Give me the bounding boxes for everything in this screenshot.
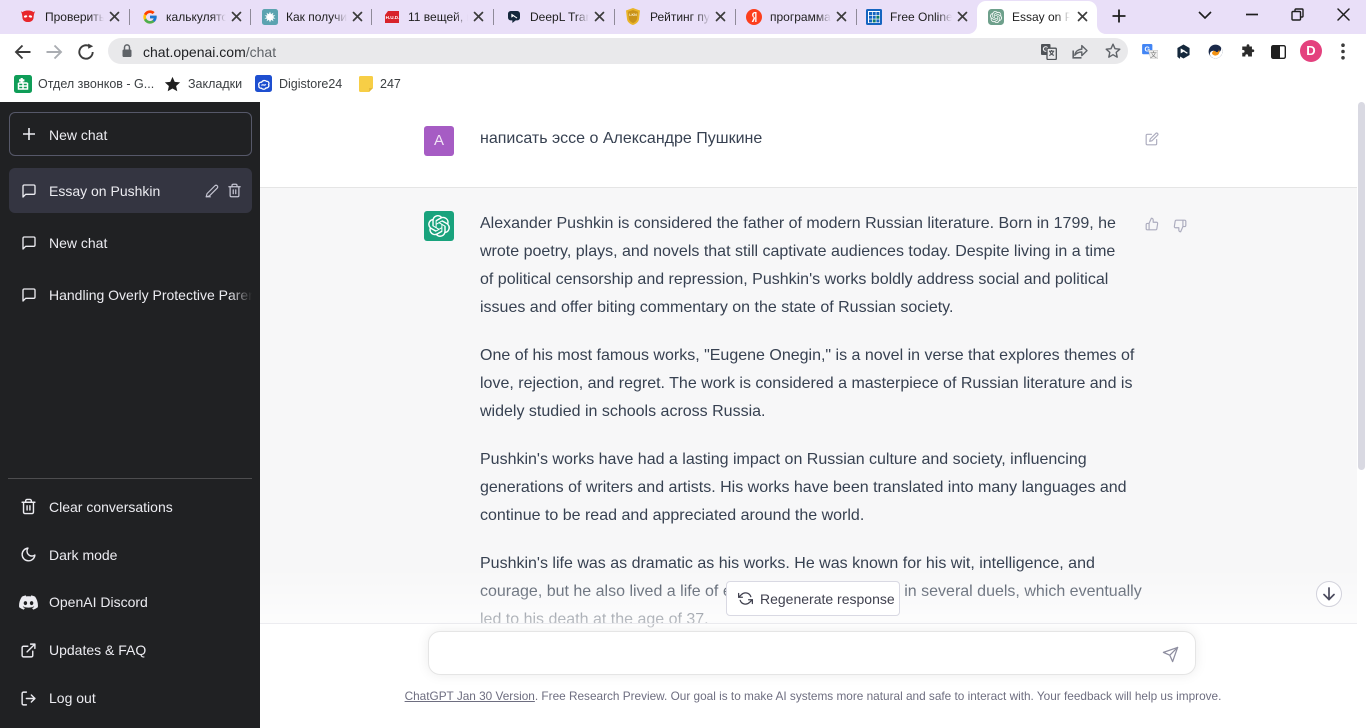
- svg-text:LKN: LKN: [629, 13, 637, 17]
- svg-text:文: 文: [1150, 50, 1157, 59]
- svg-text:H.U.D.: H.U.D.: [386, 15, 400, 20]
